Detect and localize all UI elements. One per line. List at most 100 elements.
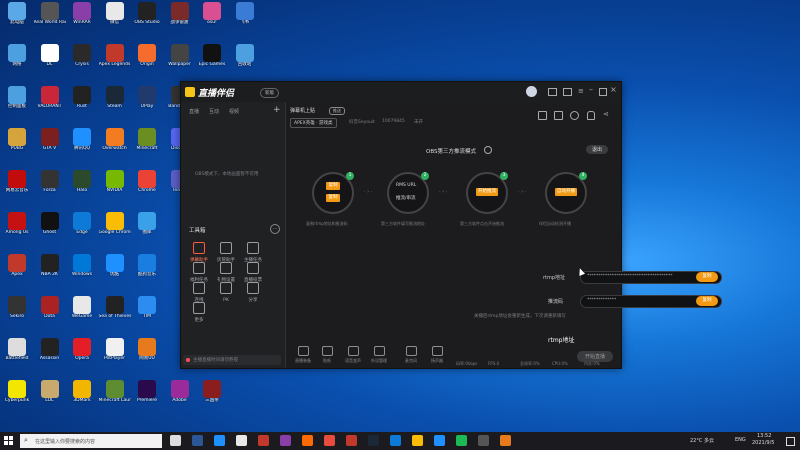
desktop-shortcut[interactable]: PotPlayer — [99, 338, 131, 371]
start-icon[interactable] — [4, 436, 14, 446]
desktop-shortcut[interactable]: 图库 — [131, 212, 163, 245]
desktop-shortcut[interactable]: Rust — [66, 86, 98, 119]
desktop-shortcut[interactable]: 网易UU — [131, 338, 163, 371]
taskbar-app-icon[interactable] — [368, 435, 379, 446]
toolbox-more-icon[interactable]: … — [270, 224, 280, 234]
bottom-tool-item[interactable]: 麦克风 — [400, 346, 422, 364]
taskbar-app-icon[interactable] — [236, 435, 247, 446]
taskbar-app-icon[interactable] — [280, 435, 291, 446]
desktop-shortcut[interactable]: WinRAR — [66, 2, 98, 35]
taskbar-app-icon[interactable] — [434, 435, 445, 446]
share-icon[interactable] — [538, 111, 547, 120]
maximize-icon[interactable] — [599, 88, 607, 96]
notification-icon[interactable] — [786, 437, 795, 446]
tool-item[interactable]: 房管助手 — [213, 242, 239, 263]
desktop-shortcut[interactable]: Battlefield — [1, 338, 33, 371]
desktop-shortcut[interactable]: Wallpaper — [164, 44, 196, 77]
bottom-tool-item[interactable]: 直播装备 — [292, 346, 314, 364]
bottom-tool-item[interactable]: 贴纸 — [316, 346, 338, 364]
tab-video[interactable]: 视频 — [229, 108, 239, 115]
avatar[interactable] — [526, 86, 537, 97]
taskbar-app-icon[interactable] — [456, 435, 467, 446]
desktop-shortcut[interactable]: osu! — [196, 2, 228, 35]
desktop-shortcut[interactable]: GTA V — [34, 128, 66, 161]
desktop-shortcut[interactable]: 回收站 — [229, 44, 261, 77]
tool-item[interactable]: 礼物设置 — [213, 262, 239, 283]
desktop-shortcut[interactable]: OBS Studio — [131, 2, 163, 35]
clock-date[interactable]: 2021/9/5 — [752, 440, 774, 446]
desktop-shortcut[interactable]: Crysis — [66, 44, 98, 77]
desktop-shortcut[interactable]: VALORANT — [34, 86, 66, 119]
desktop-shortcut[interactable]: 此电脑 — [1, 2, 33, 35]
exit-button[interactable]: 退出 — [586, 145, 609, 154]
language-indicator[interactable]: ENG — [735, 437, 746, 443]
tool-item[interactable]: 主播任务 — [240, 242, 266, 263]
tab-interact[interactable]: 互动 — [209, 108, 219, 115]
desktop-shortcut[interactable]: 网易云音乐 — [1, 170, 33, 203]
desktop-shortcut[interactable]: Dota — [34, 296, 66, 329]
copy-icon[interactable] — [554, 111, 563, 120]
desktop-shortcut[interactable]: PUBG — [1, 128, 33, 161]
desktop-shortcut[interactable]: TIM — [131, 296, 163, 329]
desktop-shortcut[interactable]: Among Us — [1, 212, 33, 245]
tool-item[interactable]: 福利任务 — [186, 262, 212, 283]
desktop-shortcut[interactable]: Sea of Thieves — [99, 296, 131, 329]
desktop-shortcut[interactable]: Forza — [34, 170, 66, 203]
taskbar-app-icon[interactable] — [214, 435, 225, 446]
desktop-shortcut[interactable]: Opera — [66, 338, 98, 371]
desktop-shortcut[interactable]: Origin — [131, 44, 163, 77]
desktop-shortcut[interactable]: NVIDIA — [99, 170, 131, 203]
desktop-shortcut[interactable]: 战争雷霆 — [164, 2, 196, 35]
desktop-shortcut[interactable]: Apex Legends — [99, 44, 131, 77]
desktop-shortcut[interactable]: Minecraft — [131, 128, 163, 161]
desktop-shortcut[interactable]: Sekiro — [1, 296, 33, 329]
desktop-shortcut[interactable]: 优酷 — [99, 254, 131, 287]
desktop-shortcut[interactable]: UPlay — [131, 86, 163, 119]
close-icon[interactable]: × — [610, 85, 617, 94]
desktop-shortcut[interactable]: 腾讯QQ — [66, 128, 98, 161]
tool-item[interactable]: 更多 — [186, 302, 212, 323]
version-badge[interactable]: 新版 — [260, 88, 279, 98]
desktop-shortcut[interactable]: Premiere — [131, 380, 163, 413]
tool-item[interactable]: PK — [213, 282, 239, 303]
desktop-shortcut[interactable]: Cyberpunk — [1, 380, 33, 413]
tool-item[interactable]: 分享 — [240, 282, 266, 303]
tab-live[interactable]: 直播 — [189, 108, 199, 115]
desktop-shortcut[interactable]: Epic Games — [196, 44, 228, 77]
gift-icon[interactable] — [563, 88, 572, 96]
copy-rtmp-button[interactable]: 复制 — [696, 272, 718, 282]
taskbar-app-icon[interactable] — [170, 435, 181, 446]
taskbar-app-icon[interactable] — [478, 435, 489, 446]
desktop-shortcut[interactable]: Apex — [1, 254, 33, 287]
record-icon[interactable] — [570, 111, 579, 120]
weather-text[interactable]: 22°C 多云 — [690, 437, 714, 444]
search-box[interactable]: ⌕ 在这里输入你要搜索的内容 — [20, 434, 162, 448]
desktop-shortcut[interactable]: 飞书 — [229, 2, 261, 35]
desktop-shortcut[interactable]: Edge — [66, 212, 98, 245]
desktop-shortcut[interactable]: 3DMark — [66, 380, 98, 413]
step-action-button[interactable]: 自动开播 — [555, 188, 577, 196]
desktop-shortcut[interactable]: Steam — [99, 86, 131, 119]
minimize-icon[interactable]: – — [589, 85, 593, 94]
desktop-shortcut[interactable]: Overwatch — [99, 128, 131, 161]
taskbar-app-icon[interactable] — [500, 435, 511, 446]
tool-item[interactable]: 直播投票 — [240, 262, 266, 283]
taskbar-app-icon[interactable] — [258, 435, 269, 446]
step-action-button[interactable]: 开始推流 — [476, 188, 498, 196]
menu-icon[interactable]: ≡ — [578, 87, 584, 95]
step-action-button[interactable]: 复制 — [326, 182, 340, 190]
taskbar-app-icon[interactable] — [346, 435, 357, 446]
desktop-shortcut[interactable]: LOL — [34, 380, 66, 413]
desktop-shortcut[interactable]: 酷狗音乐 — [131, 254, 163, 287]
step-action-button[interactable]: 复制 — [326, 194, 340, 202]
taskbar-app-icon[interactable] — [192, 435, 203, 446]
taskbar-app-icon[interactable] — [390, 435, 401, 446]
desktop-shortcut[interactable]: Windows — [66, 254, 98, 287]
desktop-shortcut[interactable]: Real World Racing — [34, 2, 66, 35]
desktop-shortcut[interactable]: DL — [34, 44, 66, 77]
tool-item[interactable]: 弹幕助手 — [186, 242, 212, 263]
share-link-icon[interactable]: ⋖ — [603, 110, 609, 118]
screen-icon[interactable] — [548, 88, 557, 96]
bottom-tool-item[interactable]: 语音变声 — [342, 346, 364, 364]
desktop-shortcut[interactable]: 微信 — [99, 2, 131, 35]
